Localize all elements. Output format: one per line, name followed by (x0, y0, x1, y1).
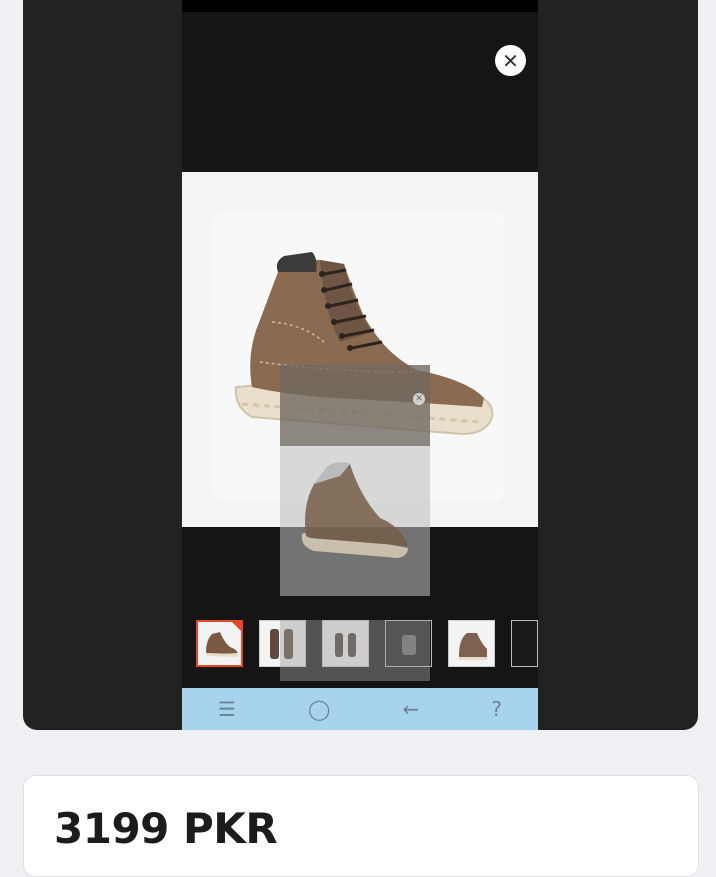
home-icon[interactable]: ◯ (308, 697, 330, 721)
pip-boot-image (301, 462, 408, 558)
pip-preview (280, 446, 430, 596)
thumbnail-6[interactable] (511, 620, 538, 667)
system-navigation-bar: ☰ ◯ ← ? (182, 688, 538, 730)
help-icon[interactable]: ? (491, 697, 502, 721)
status-bar (182, 0, 538, 12)
thumbnail-5[interactable] (448, 620, 495, 667)
pip-close-icon[interactable]: ✕ (413, 393, 425, 405)
thumbnail-boot-image (206, 632, 238, 657)
media-viewer-card: ✕ ✕ ☰ ◯ ← ? (23, 0, 698, 730)
pip-header: ✕ (280, 365, 430, 446)
phone-screenshot: ✕ ✕ ☰ ◯ ← ? (182, 0, 538, 730)
close-icon[interactable]: ✕ (495, 45, 526, 76)
product-price: 3199 PKR (54, 804, 278, 853)
price-card: 3199 PKR (23, 775, 699, 877)
back-icon[interactable]: ← (402, 697, 419, 721)
pip-mini-overlay (280, 620, 430, 681)
menu-icon[interactable]: ☰ (218, 697, 236, 721)
thumbnail-1[interactable] (196, 620, 243, 667)
thumbnail-boot-detail-image (459, 633, 487, 660)
picture-in-picture-overlay[interactable]: ✕ (280, 365, 430, 596)
